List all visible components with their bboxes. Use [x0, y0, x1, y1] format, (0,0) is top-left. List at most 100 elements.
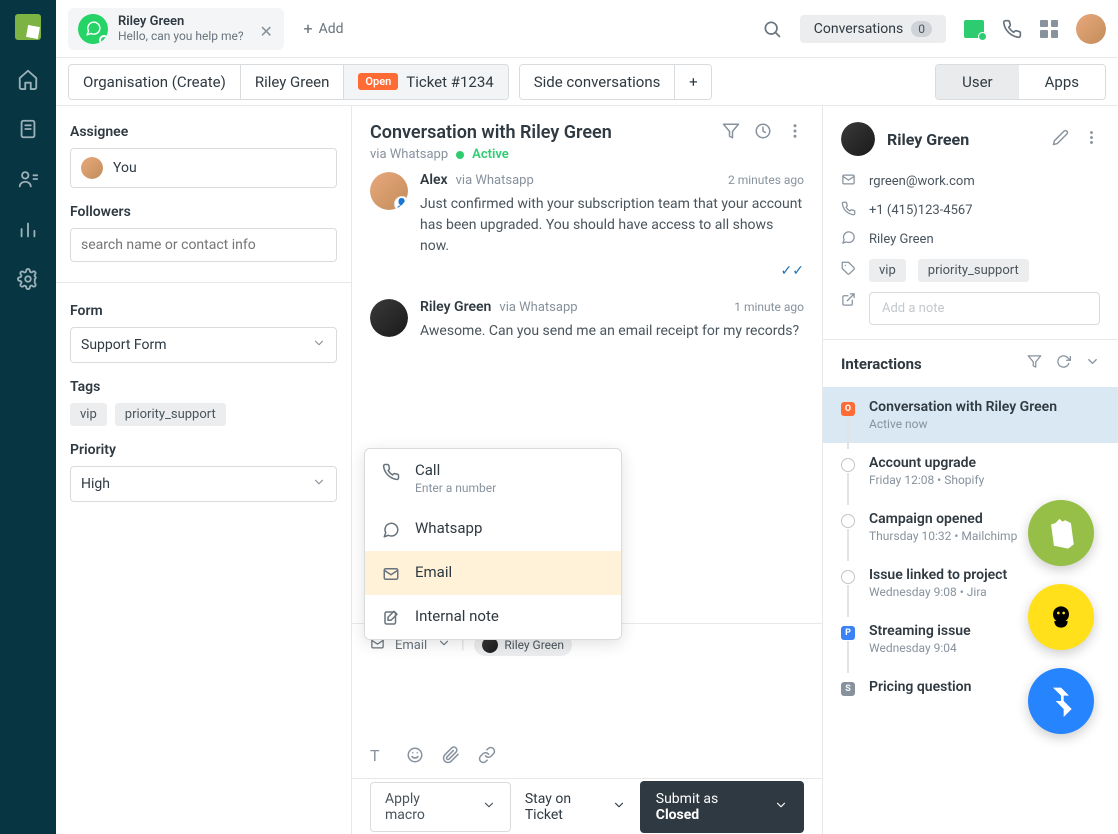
current-user-avatar[interactable]	[1076, 14, 1106, 44]
tab-ticket[interactable]: Open Ticket #1234	[344, 65, 507, 99]
read-receipt-icon: ✓✓	[420, 263, 804, 279]
interaction-item[interactable]: O Conversation with Riley GreenActive no…	[823, 387, 1118, 443]
channel-internal-note[interactable]: Internal note	[365, 595, 621, 639]
attachment-icon[interactable]	[442, 746, 460, 764]
status-dot-icon	[456, 151, 464, 159]
email-icon	[381, 565, 401, 583]
nav-home-icon[interactable]	[17, 68, 39, 90]
conversation-title: Conversation with Riley Green	[370, 122, 612, 143]
jira-fab[interactable]	[1028, 668, 1094, 734]
ticket-properties-pane: Assignee You Followers Form Su	[56, 106, 352, 834]
conversations-pill[interactable]: Conversations 0	[800, 15, 946, 43]
followers-field[interactable]	[70, 228, 337, 262]
user-phone[interactable]: +1 (415)123-4567	[869, 203, 973, 218]
user-apps-toggle: User Apps	[935, 64, 1106, 100]
user-email[interactable]: rgreen@work.com	[869, 174, 975, 189]
refresh-icon[interactable]	[1056, 354, 1071, 373]
tag-vip[interactable]: vip	[70, 403, 107, 426]
nav-docs-icon[interactable]	[17, 118, 39, 140]
apps-grid-icon[interactable]	[1040, 20, 1058, 38]
chevron-down-icon[interactable]	[1085, 354, 1100, 373]
stay-on-ticket-select[interactable]: Stay on Ticket	[525, 791, 626, 823]
filter-icon[interactable]	[722, 122, 740, 140]
user-tag-vip[interactable]: vip	[869, 259, 906, 282]
edit-icon[interactable]	[1052, 129, 1069, 150]
tab-contact-name: Riley Green	[118, 14, 244, 30]
text-format-icon[interactable]: T	[370, 746, 388, 764]
toggle-apps[interactable]: Apps	[1019, 65, 1105, 99]
conversations-count: 0	[911, 21, 932, 37]
user-avatar	[841, 122, 875, 156]
close-tab-icon[interactable]: ✕	[260, 22, 274, 36]
add-side-conversation[interactable]: +	[675, 65, 711, 99]
tab-side-conversations[interactable]: Side conversations	[520, 65, 676, 99]
channel-whatsapp[interactable]: Whatsapp	[365, 507, 621, 551]
integration-fabs	[1028, 500, 1094, 734]
agent-badge-icon: 👤	[394, 196, 408, 210]
shopify-fab[interactable]	[1028, 500, 1094, 566]
more-icon[interactable]	[786, 122, 804, 140]
open-badge: Open	[358, 73, 398, 90]
form-label: Form	[70, 303, 337, 319]
followers-label: Followers	[70, 204, 337, 220]
priority-select[interactable]: High	[70, 466, 337, 502]
phone-icon	[841, 201, 857, 220]
interaction-item[interactable]: Account upgradeFriday 12:08 • Shopify	[823, 443, 1118, 499]
user-whatsapp[interactable]: Riley Green	[869, 232, 934, 247]
conversation-pane: Conversation with Riley Green via Whatsa…	[352, 106, 822, 834]
add-tab-button[interactable]: + Add	[292, 11, 356, 46]
assignee-label: Assignee	[70, 124, 337, 140]
assignee-field[interactable]: You	[70, 148, 337, 188]
toggle-user[interactable]: User	[936, 65, 1019, 99]
message-item: Riley Green via Whatsapp 1 minute ago Aw…	[370, 299, 804, 342]
pending-marker-icon: P	[841, 626, 855, 640]
note-icon	[381, 609, 401, 627]
whatsapp-icon	[381, 521, 401, 539]
channel-email[interactable]: Email	[365, 551, 621, 595]
chevron-down-icon	[312, 475, 326, 493]
more-icon[interactable]	[1083, 129, 1100, 150]
form-select[interactable]: Support Form	[70, 327, 337, 363]
event-marker-icon	[841, 570, 855, 584]
plus-icon: +	[304, 19, 313, 38]
nav-users-icon[interactable]	[17, 168, 39, 190]
add-note-field[interactable]: Add a note	[869, 292, 1100, 325]
tag-icon	[841, 261, 857, 280]
link-icon[interactable]	[478, 746, 496, 764]
priority-label: Priority	[70, 442, 337, 458]
app-logo	[15, 14, 41, 40]
footer-actions: Apply macro Stay on Ticket Submit as Clo…	[352, 778, 822, 834]
conversation-via: via Whatsapp	[370, 147, 448, 162]
phone-icon	[381, 463, 401, 481]
nav-reports-icon[interactable]	[17, 218, 39, 240]
apply-macro-button[interactable]: Apply macro	[370, 782, 511, 832]
history-icon[interactable]	[754, 122, 772, 140]
conversation-status: Active	[472, 147, 509, 162]
solved-marker-icon: S	[841, 682, 855, 696]
external-link-icon	[841, 292, 857, 311]
filter-icon[interactable]	[1027, 354, 1042, 373]
channel-call[interactable]: CallEnter a number	[365, 449, 621, 507]
emoji-icon[interactable]	[406, 746, 424, 764]
user-tag-priority[interactable]: priority_support	[918, 259, 1029, 282]
email-icon	[841, 172, 857, 191]
chevron-down-icon	[774, 798, 788, 816]
tab-organisation[interactable]: Organisation (Create)	[69, 65, 241, 99]
nav-settings-icon[interactable]	[17, 268, 39, 290]
assignee-avatar	[81, 157, 103, 179]
tag-priority-support[interactable]: priority_support	[115, 403, 226, 426]
search-icon[interactable]	[762, 19, 782, 39]
phone-icon[interactable]	[1002, 19, 1022, 39]
channel-picker-menu: CallEnter a number Whatsapp Email Intern…	[364, 448, 622, 640]
submit-button[interactable]: Submit as Closed	[640, 781, 804, 833]
mailchimp-fab[interactable]	[1028, 584, 1094, 650]
message-item: 👤 Alex via Whatsapp 2 minutes ago Just c…	[370, 172, 804, 279]
tab-person[interactable]: Riley Green	[241, 65, 345, 99]
breadcrumb-tabs: Organisation (Create) Riley Green Open T…	[56, 58, 1118, 106]
whatsapp-avatar-icon	[78, 14, 108, 44]
message-avatar: 👤	[370, 172, 408, 210]
tags-label: Tags	[70, 379, 337, 395]
chat-status-icon[interactable]	[964, 20, 984, 38]
active-tab-chip[interactable]: Riley Green Hello, can you help me? ✕	[68, 8, 284, 50]
followers-input[interactable]	[81, 237, 326, 253]
